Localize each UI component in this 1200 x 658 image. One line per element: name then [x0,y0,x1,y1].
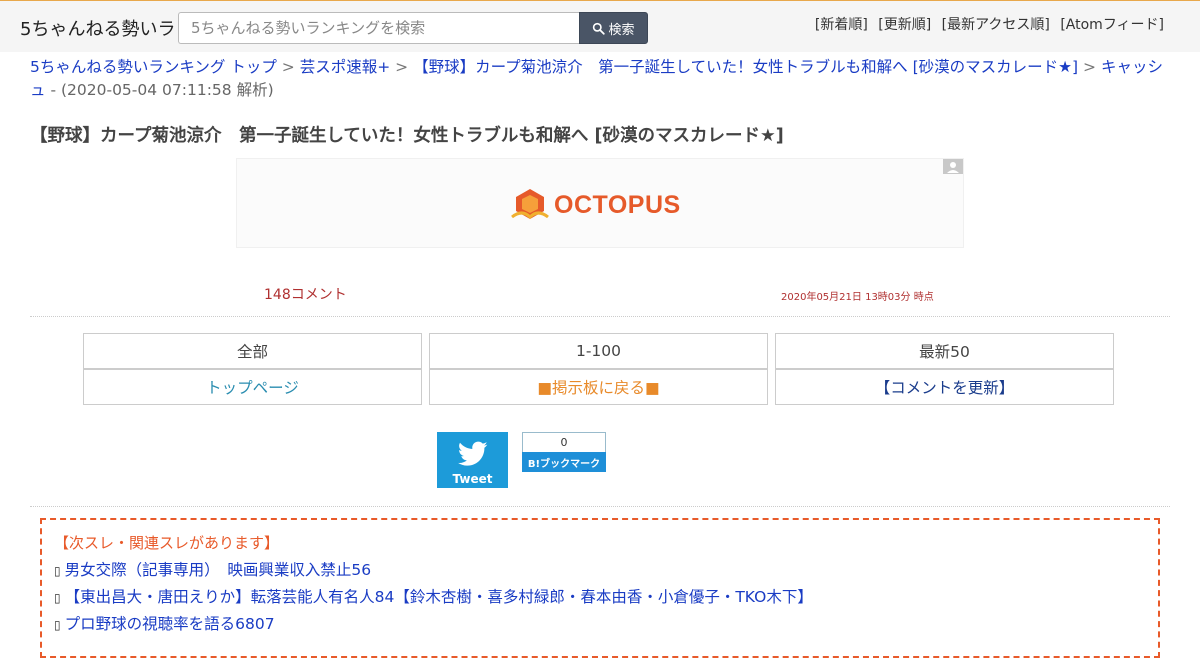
link-recent-access[interactable]: [最新アクセス順] [942,17,1050,33]
breadcrumb: 5ちゃんねる勢いランキング トップ > 芸スポ速報+ > 【野球】カープ菊池涼介… [30,56,1170,102]
divider [30,316,1170,317]
related-threads: 【次スレ・関連スレがあります】 ▯ 男女交際（記事専用） 映画興業収入禁止56 ▯… [40,518,1160,658]
breadcrumb-separator: > [395,58,409,76]
nav-top-page[interactable]: トップページ [83,369,422,405]
list-item: ▯ プロ野球の視聴率を語る6807 [54,611,1146,638]
nav-back-to-board[interactable]: ■掲示板に戻る■ [429,369,768,405]
link-updated[interactable]: [更新順] [878,17,931,33]
breadcrumb-thread[interactable]: 【野球】カープ菊池涼介 第一子誕生していた！女性トラブルも和解へ [砂漠のマスカ… [413,58,1078,76]
page-title: 【野球】カープ菊池涼介 第一子誕生していた！女性トラブルも和解へ [砂漠のマスカ… [30,126,784,146]
list-item: ▯ 【東出昌大・唐田えりか】転落芸能人有名人84【鈴木杏樹・喜多村緑郎・春本由香・… [54,584,1146,611]
breadcrumb-board[interactable]: 芸スポ速報+ [300,58,391,76]
tweet-label: Tweet [452,472,493,486]
nav-latest-50[interactable]: 最新50 [775,333,1114,369]
link-atom-feed[interactable]: [Atomフィード] [1060,17,1164,33]
twitter-bird-icon [458,441,488,466]
hatena-count: 0 [522,432,606,452]
ad-banner[interactable]: OCTOPUS [236,158,964,248]
top-links: [新着順] [更新順] [最新アクセス順] [Atomフィード] [809,14,1164,34]
nav-1-100[interactable]: 1-100 [429,333,768,369]
nav-refresh-comments[interactable]: 【コメントを更新】 [775,369,1114,405]
nav-all[interactable]: 全部 [83,333,422,369]
comment-count: 148コメント [264,287,347,303]
related-link[interactable]: プロ野球の視聴率を語る6807 [65,615,275,633]
snapshot-timestamp: 2020年05月21日 13時03分 時点 [781,292,934,303]
breadcrumb-separator: > [1083,58,1097,76]
hatena-bookmark-button[interactable]: B!ブックマーク [522,452,606,472]
tweet-button[interactable]: Tweet [437,432,508,488]
bullet-icon: ▯ [54,564,61,578]
hatena-bookmark: 0 B!ブックマーク [522,432,606,472]
header-bar: 5ちゃんねる勢いランキング 検索 [新着順] [更新順] [最新アクセス順] [… [0,0,1200,52]
search-button-label: 検索 [608,22,635,38]
related-link[interactable]: 【東出昌大・唐田えりか】転落芸能人有名人84【鈴木杏樹・喜多村緑郎・春本由香・小… [65,588,813,606]
ad-logo-text: OCTOPUS [554,190,681,219]
parsed-time-value: (2020-05-04 07:11:58 解析) [60,81,274,99]
ad-logo: OCTOPUS [510,187,681,223]
link-newest[interactable]: [新着順] [815,17,868,33]
search-button[interactable]: 検索 [579,12,648,44]
search-input[interactable] [178,12,580,44]
list-item: ▯ 男女交際（記事専用） 映画興業収入禁止56 [54,557,1146,584]
related-heading: 【次スレ・関連スレがあります】 [54,534,280,552]
related-link[interactable]: 男女交際（記事専用） 映画興業収入禁止56 [65,561,371,579]
divider [30,506,1170,507]
search-icon [593,22,606,35]
breadcrumb-parsed-time: - (2020-05-04 07:11:58 解析) [50,81,274,99]
ad-info-icon[interactable] [943,159,963,174]
site-title[interactable]: 5ちゃんねる勢いランキング [20,15,178,41]
breadcrumb-home[interactable]: 5ちゃんねる勢いランキング トップ [30,58,277,76]
bullet-icon: ▯ [54,591,61,605]
octopus-logo-icon [511,189,549,220]
breadcrumb-separator: > [281,58,295,76]
thread-nav: 全部 1-100 最新50 トップページ ■掲示板に戻る■ 【コメントを更新】 [83,333,1114,405]
